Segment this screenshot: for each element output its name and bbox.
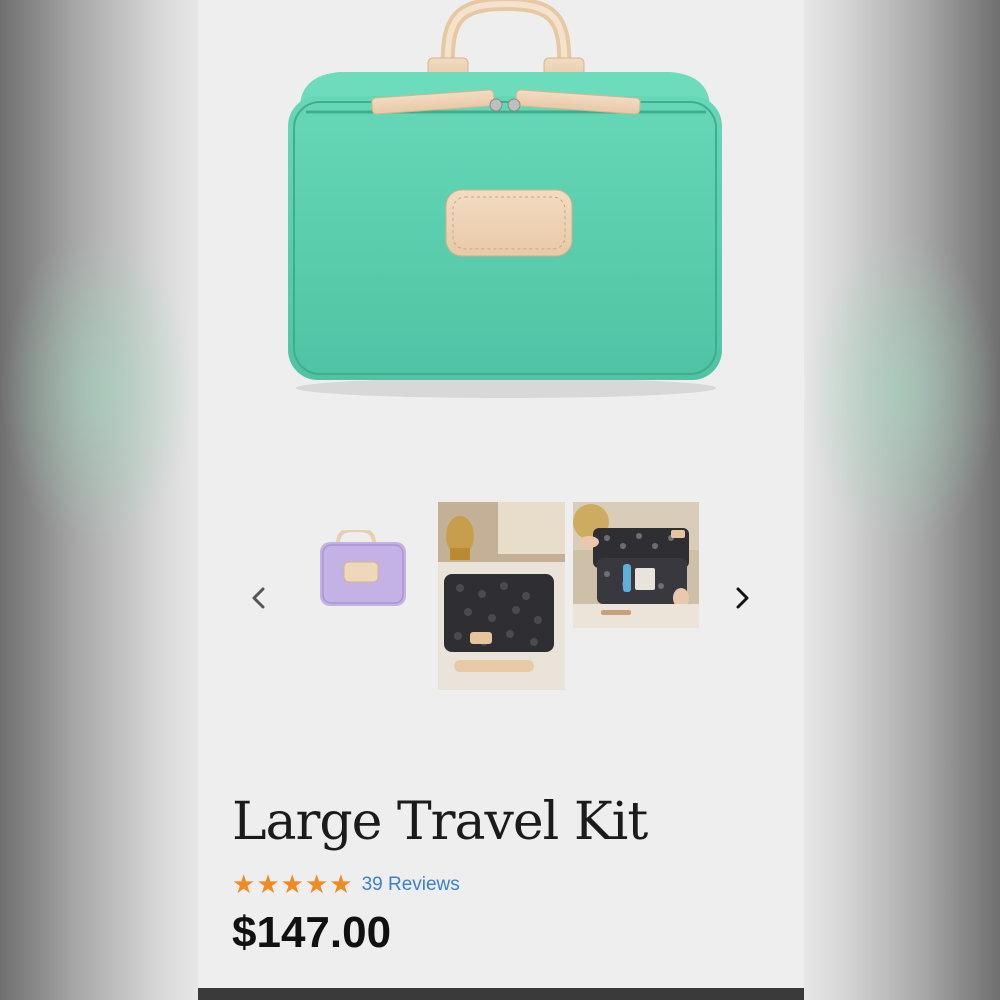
star-rating: ★ ★ ★ ★ ★	[232, 872, 354, 898]
bottom-bar	[198, 988, 804, 1000]
product-rating: ★ ★ ★ ★ ★ 39 Reviews	[232, 872, 460, 898]
blurred-backdrop-right	[802, 0, 1000, 1000]
blurred-backdrop-left	[0, 0, 198, 1000]
star-icon: ★	[304, 870, 329, 900]
star-icon: ★	[329, 870, 353, 900]
thumbnail-lavender-kit[interactable]	[308, 530, 418, 610]
chevron-right-icon[interactable]	[725, 581, 759, 615]
product-title: Large Travel Kit	[232, 792, 648, 852]
product-main-image[interactable]	[270, 0, 740, 405]
thumbnail-leopard-kit[interactable]	[438, 502, 565, 690]
chevron-left-icon[interactable]	[242, 581, 276, 615]
star-icon: ★	[232, 870, 256, 900]
star-icon: ★	[280, 870, 304, 900]
thumbnail-open-kit[interactable]	[573, 502, 699, 628]
product-panel: Large Travel Kit ★ ★ ★ ★ ★ 39 Reviews $147.0…	[198, 0, 804, 990]
star-icon: ★	[256, 870, 280, 900]
reviews-link[interactable]: 39 Reviews	[362, 874, 460, 896]
product-price: $147.00	[232, 908, 392, 957]
